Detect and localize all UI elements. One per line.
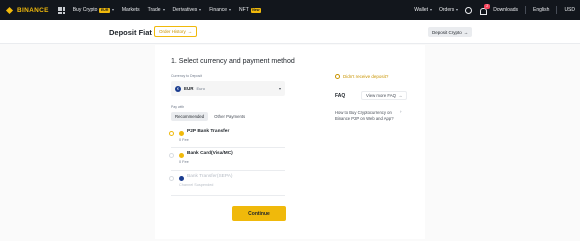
order-history-button[interactable]: Order History →	[154, 26, 198, 37]
brand-name: BINANCE	[17, 6, 49, 14]
faq-item[interactable]: How to Buy Cryptocurrency on Binance P2P…	[335, 110, 397, 121]
view-more-label: View more FAQ	[366, 93, 397, 98]
payment-method-bank-card[interactable]: Bank Card(Visa/MC) 0 Fee	[169, 151, 233, 164]
arrow-right-icon: →	[187, 29, 193, 34]
currency-selector[interactable]: USD	[564, 7, 575, 13]
divider	[171, 170, 285, 171]
method-fee: 0 Fee	[179, 160, 189, 164]
payment-method-p2p[interactable]: P2P Bank Transfer 0 Fee	[169, 129, 229, 142]
divider	[171, 195, 285, 196]
method-name: Bank Card(Visa/MC)	[187, 151, 233, 156]
order-history-label: Order History	[159, 29, 186, 34]
currency-code: EUR	[184, 86, 194, 91]
currency-select[interactable]: € EUR Euro	[171, 81, 285, 96]
nav-item-trade[interactable]: Trade	[148, 7, 165, 13]
nav-badge: New	[250, 7, 261, 13]
radio-icon[interactable]	[169, 152, 174, 158]
nav-item-buy-crypto[interactable]: Buy Crypto EUR	[73, 7, 114, 13]
nav-right: Wallet Orders 2 Downloads English USD	[414, 3, 575, 15]
alert-icon	[335, 74, 340, 79]
page-title: Deposit Fiat	[109, 28, 152, 37]
bell-icon[interactable]: 2	[479, 3, 491, 15]
nav-item-label: Markets	[121, 7, 140, 13]
section-title: 1. Select currency and payment method	[171, 58, 295, 65]
language-selector[interactable]: English	[533, 7, 549, 13]
chevron-down-icon	[430, 9, 432, 11]
nav-item-markets[interactable]: Markets	[122, 7, 140, 13]
p2p-icon	[179, 130, 184, 136]
orders-menu[interactable]: Orders	[439, 7, 459, 13]
page-header: Deposit Fiat Order History → Deposit Cryp…	[0, 20, 580, 44]
deposit-not-received-link[interactable]: Didn't receive deposit?	[335, 74, 388, 79]
chevron-down-icon	[456, 9, 459, 11]
chevron-down-icon	[229, 9, 232, 11]
faq-title: FAQ	[335, 93, 346, 99]
method-name: P2P Bank Transfer	[187, 129, 230, 134]
radio-disabled-icon	[169, 175, 174, 181]
profile-icon[interactable]	[465, 6, 473, 14]
tab-recommended[interactable]: Recommended	[171, 112, 209, 121]
chevron-down-icon	[199, 9, 202, 11]
pay-with-label: Pay with	[171, 105, 185, 109]
deposit-crypto-button[interactable]: Deposit Crypto →	[428, 27, 473, 37]
method-status: Channel Suspended	[179, 183, 214, 187]
divider	[556, 6, 558, 14]
nav-badge: EUR	[99, 7, 110, 13]
orders-label: Orders	[439, 7, 455, 13]
sepa-icon	[179, 175, 184, 181]
apps-grid-icon[interactable]	[57, 6, 65, 14]
divider	[525, 6, 527, 14]
chevron-down-icon	[279, 87, 281, 90]
nav-item-label: Trade	[147, 7, 161, 13]
nav-item-label: Finance	[209, 7, 228, 13]
continue-button[interactable]: Continue	[232, 206, 286, 221]
chevron-right-icon[interactable]: ›	[400, 109, 402, 114]
card-icon	[179, 152, 184, 158]
arrow-right-icon: →	[463, 29, 469, 35]
tab-other-payments[interactable]: Other Payments	[210, 112, 249, 121]
nav-item-label: Buy Crypto	[72, 7, 98, 13]
nav-item-derivatives[interactable]: Derivatives	[173, 7, 202, 13]
nav-item-label: Derivatives	[172, 7, 198, 13]
nav-item-label: NFT	[239, 7, 249, 13]
chevron-down-icon	[111, 9, 114, 11]
view-more-faq-button[interactable]: View more FAQ →	[361, 91, 408, 100]
currency-label: Currency to Deposit	[171, 74, 202, 78]
payment-method-sepa: Bank Transfer(SEPA) Channel Suspended	[169, 174, 233, 187]
nav-item-nft[interactable]: NFT New	[239, 7, 261, 13]
binance-logo[interactable]: BINANCE	[5, 6, 49, 15]
nav-item-finance[interactable]: Finance	[209, 7, 232, 13]
notification-count: 2	[484, 3, 491, 9]
deposit-crypto-label: Deposit Crypto	[432, 29, 462, 35]
euro-icon: €	[175, 85, 181, 92]
divider	[171, 147, 285, 148]
method-fee: 0 Fee	[179, 138, 189, 142]
top-nav: BINANCE Buy Crypto EUR Markets Trade Derivat…	[0, 0, 580, 20]
wallet-menu[interactable]: Wallet	[414, 7, 432, 13]
deposit-not-received-label: Didn't receive deposit?	[343, 74, 389, 79]
arrow-right-icon: →	[398, 93, 403, 98]
nav-menu: Buy Crypto EUR Markets Trade Derivatives Fina…	[73, 7, 261, 13]
downloads-link[interactable]: Downloads	[493, 7, 518, 13]
chevron-down-icon	[162, 9, 165, 11]
wallet-label: Wallet	[414, 7, 428, 13]
payment-tabs: Recommended Other Payments	[171, 112, 249, 121]
currency-name: Euro	[196, 86, 205, 91]
method-name: Bank Transfer(SEPA)	[187, 174, 233, 179]
binance-logo-icon	[5, 6, 14, 15]
radio-selected-icon[interactable]	[169, 130, 174, 136]
